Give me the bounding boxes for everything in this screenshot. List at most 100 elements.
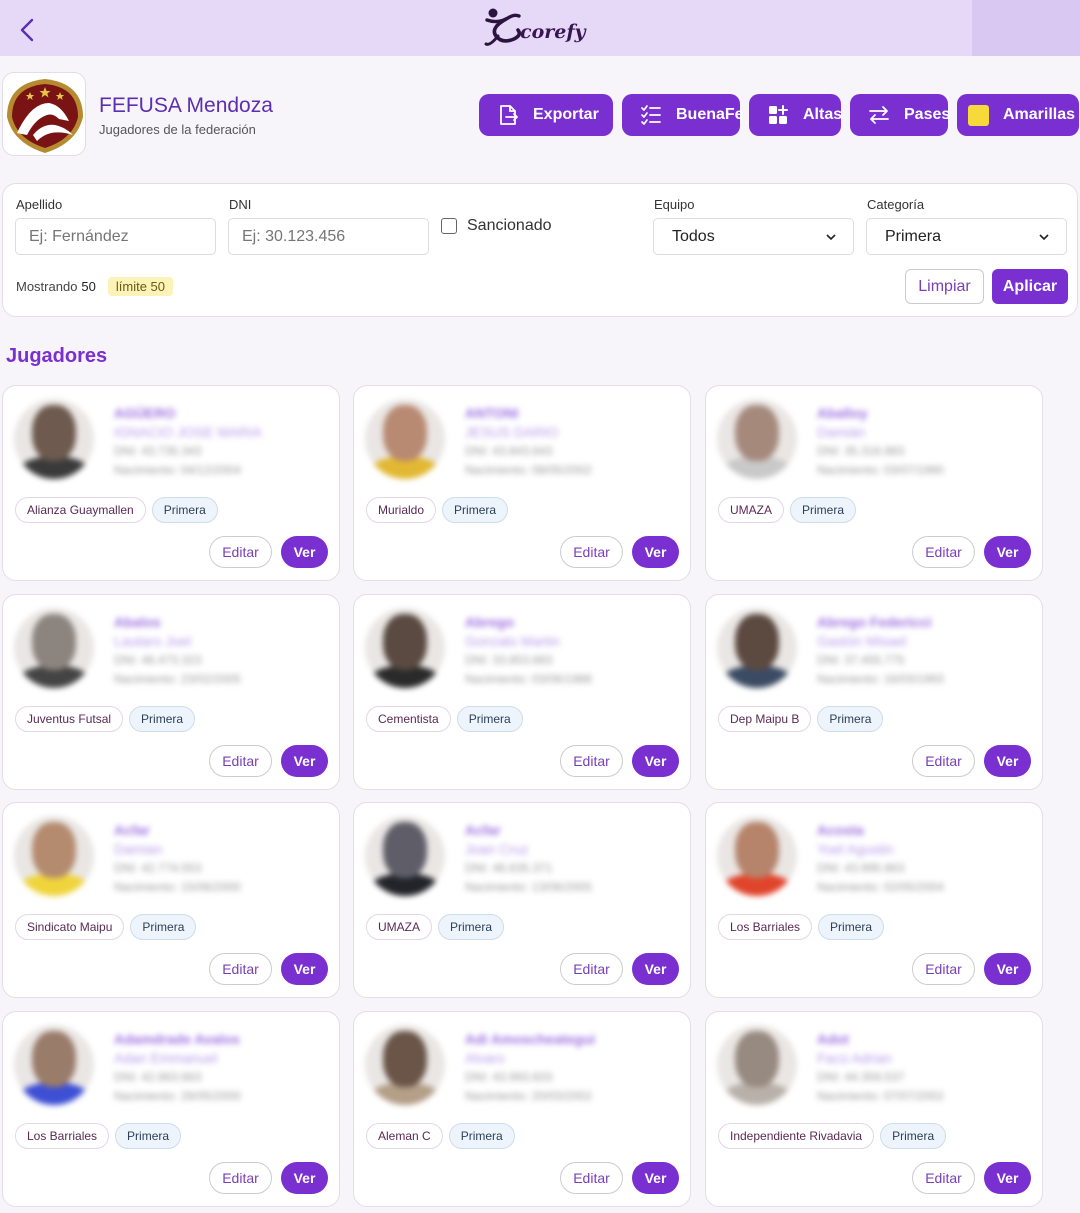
federation-name: FEFUSA Mendoza [99, 94, 273, 117]
player-info: Acfar Joan Cruz DNI: 46.635.371 Nacimiento:… [465, 821, 592, 897]
player-tags: Los Barriales Primera [15, 1123, 182, 1149]
team-tag: Cementista [366, 706, 451, 732]
edit-player-button[interactable]: Editar [560, 745, 623, 777]
view-player-button[interactable]: Ver [281, 745, 328, 777]
edit-player-button[interactable]: Editar [912, 745, 975, 777]
player-first-name: IGNACIO JOSE MARIA [114, 424, 262, 440]
view-player-button[interactable]: Ver [984, 953, 1031, 985]
edit-player-button[interactable]: Editar [209, 1162, 272, 1194]
view-player-button[interactable]: Ver [632, 953, 679, 985]
player-card: AGÜERO IGNACIO JOSE MARIA DNI: 43.735.343 N… [2, 385, 340, 581]
app-logo[interactable]: corefy [484, 6, 586, 52]
federation-logo [2, 72, 86, 156]
edit-player-button[interactable]: Editar [209, 953, 272, 985]
player-photo [365, 608, 445, 688]
category-tag: Primera [448, 1123, 515, 1149]
player-first-name: Joan Cruz [465, 841, 529, 857]
view-player-button[interactable]: Ver [984, 745, 1031, 777]
player-photo [717, 816, 797, 896]
category-tag: Primera [880, 1123, 947, 1149]
player-surname: Adot [817, 1031, 849, 1047]
player-card: Adamdrade Avalos Adan Emmanuel DNI: 42.863… [2, 1011, 340, 1207]
buenafe-button[interactable]: BuenaFe [622, 94, 744, 136]
view-player-button[interactable]: Ver [632, 745, 679, 777]
player-photo [717, 1025, 797, 1105]
team-select[interactable]: Todos [653, 218, 854, 255]
clear-button[interactable]: Limpiar [905, 269, 984, 304]
view-player-button[interactable]: Ver [281, 536, 328, 568]
edit-player-button[interactable]: Editar [209, 745, 272, 777]
pases-button[interactable]: Pases [850, 94, 950, 136]
player-card: Acosta Yoel Agustin DNI: 43.995.863 Nacimie… [705, 802, 1043, 998]
player-card: Aballoy Damián DNI: 35.316.883 Nacimiento: … [705, 385, 1043, 581]
player-birthdate: Nacimiento: 20/03/2002 [465, 1089, 592, 1103]
player-surname: Acosta [817, 822, 864, 838]
edit-player-button[interactable]: Editar [209, 536, 272, 568]
team-tag: Los Barriales [15, 1123, 110, 1149]
team-tag: UMAZA [366, 914, 432, 940]
back-button[interactable] [14, 16, 42, 44]
category-label: Categoría [867, 197, 925, 212]
edit-player-button[interactable]: Editar [912, 953, 975, 985]
view-player-button[interactable]: Ver [984, 536, 1031, 568]
results-count: Mostrando 50 límite 50 [16, 277, 174, 296]
edit-player-button[interactable]: Editar [560, 536, 623, 568]
player-dni: DNI: 35.316.883 [817, 444, 905, 458]
altas-button-label: Altas [803, 106, 843, 123]
player-info: Abalos Lautaro Joel DNI: 46.473.323 Nacimie… [114, 613, 241, 689]
action-toolbar: Exportar BuenaFe Altas Pases Amarillas [479, 94, 1079, 136]
dni-input[interactable] [228, 218, 429, 255]
category-select[interactable]: Primera [866, 218, 1067, 255]
team-tag: Dep Maipu B [718, 706, 812, 732]
player-surname: AGÜERO [114, 405, 176, 421]
player-photo [14, 816, 94, 896]
view-player-button[interactable]: Ver [281, 953, 328, 985]
player-info: Acfar Damian DNI: 42.774.553 Nacimiento: 15… [114, 821, 241, 897]
team-tag: Aleman C [366, 1123, 443, 1149]
surname-input[interactable] [15, 218, 216, 255]
edit-player-button[interactable]: Editar [560, 953, 623, 985]
checklist-icon [640, 104, 662, 126]
sanctioned-checkbox[interactable]: Sancionado [441, 217, 552, 235]
player-dni: DNI: 43.995.863 [817, 861, 905, 875]
player-dni: DNI: 33.853.683 [465, 653, 553, 667]
player-birthdate: Nacimiento: 16/03/1993 [817, 672, 944, 686]
player-card: ANTONI JESUS DARIO DNI: 43.843.643 Nacimien… [353, 385, 691, 581]
player-tags: Sindicato Maipu Primera [15, 914, 197, 940]
altas-button[interactable]: Altas [749, 94, 843, 136]
view-player-button[interactable]: Ver [281, 1162, 328, 1194]
player-first-name: Yoel Agustin [817, 841, 894, 857]
view-player-button[interactable]: Ver [984, 1162, 1031, 1194]
player-first-name: Facú Adrian [817, 1050, 892, 1066]
showing-label: Mostrando [16, 279, 78, 294]
edit-player-button[interactable]: Editar [912, 536, 975, 568]
checkbox-box[interactable] [441, 218, 457, 234]
buenafe-button-label: BuenaFe [676, 106, 744, 123]
player-photo [717, 608, 797, 688]
view-player-button[interactable]: Ver [632, 1162, 679, 1194]
player-first-name: Damian [114, 841, 163, 857]
team-label: Equipo [654, 197, 695, 212]
player-dni: DNI: 46.473.323 [114, 653, 202, 667]
player-dni: DNI: 42.774.553 [114, 861, 202, 875]
amarillas-button[interactable]: Amarillas [957, 94, 1079, 136]
edit-player-button[interactable]: Editar [912, 1162, 975, 1194]
export-button[interactable]: Exportar [479, 94, 613, 136]
apply-button[interactable]: Aplicar [992, 269, 1068, 304]
team-tag: UMAZA [718, 497, 784, 523]
showing-count: 50 [81, 279, 96, 294]
category-tag: Primera [129, 706, 196, 732]
player-first-name: Gonzalo Martin [465, 633, 560, 649]
category-tag: Primera [115, 1123, 182, 1149]
view-player-button[interactable]: Ver [632, 536, 679, 568]
player-surname: Acfar [114, 822, 150, 838]
player-info: Adamdrade Avalos Adan Emmanuel DNI: 42.863… [114, 1030, 241, 1106]
player-surname: Aballoy [817, 405, 868, 421]
edit-player-button[interactable]: Editar [560, 1162, 623, 1194]
player-photo [365, 1025, 445, 1105]
player-tags: UMAZA Primera [366, 914, 505, 940]
team-tag: Los Barriales [718, 914, 813, 940]
category-tag: Primera [438, 914, 505, 940]
player-tags: Cementista Primera [366, 706, 523, 732]
team-tag: Juventus Futsal [15, 706, 124, 732]
